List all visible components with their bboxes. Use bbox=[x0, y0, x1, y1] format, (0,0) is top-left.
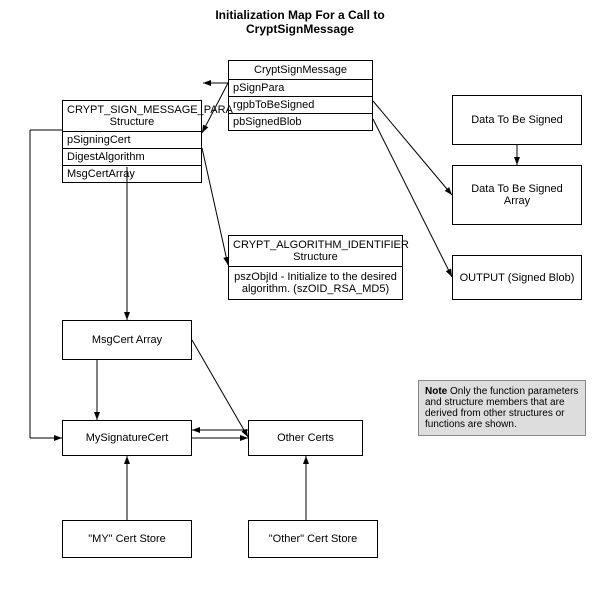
para-row2: DigestAlgorithm bbox=[63, 149, 201, 166]
note-text: Only the function parameters and structu… bbox=[425, 386, 578, 430]
page-title: Initialization Map For a Call to CryptSi… bbox=[150, 8, 450, 36]
algorithm-header: CRYPT_ALGORITHM_IDENTIFIER Structure bbox=[229, 236, 402, 267]
data-to-be-signed-box: Data To Be Signed bbox=[452, 95, 582, 145]
para-row3: MsgCertArray bbox=[63, 166, 201, 182]
para-row1: pSigningCert bbox=[63, 132, 201, 149]
data-to-be-signed-array-label: Data To Be Signed Array bbox=[457, 183, 577, 207]
crypt-sign-message-para-box: CRYPT_SIGN_MESSAGE_PARA Structure pSigni… bbox=[62, 100, 202, 183]
data-to-be-signed-label: Data To Be Signed bbox=[471, 114, 563, 126]
note-box: Note Only the function parameters and st… bbox=[418, 380, 586, 436]
other-certs-box: Other Certs bbox=[248, 420, 363, 456]
msgcert-array-label: MsgCert Array bbox=[92, 334, 162, 346]
crypt-sign-message-row2: rgpbToBeSigned bbox=[229, 97, 372, 114]
my-cert-store-label: "MY" Cert Store bbox=[88, 533, 166, 545]
other-cert-store-label: "Other" Cert Store bbox=[269, 533, 358, 545]
my-signature-cert-label: MySignatureCert bbox=[86, 432, 169, 444]
other-certs-label: Other Certs bbox=[277, 432, 334, 444]
output-box: OUTPUT (Signed Blob) bbox=[452, 255, 582, 300]
output-label: OUTPUT (Signed Blob) bbox=[460, 272, 575, 284]
para-header: CRYPT_SIGN_MESSAGE_PARA Structure bbox=[63, 101, 201, 132]
data-to-be-signed-array-box: Data To Be Signed Array bbox=[452, 165, 582, 225]
other-cert-store-box: "Other" Cert Store bbox=[248, 520, 378, 558]
algorithm-row1: pszObjId - Initialize to the desired alg… bbox=[229, 267, 402, 299]
crypt-sign-message-row3: pbSignedBlob bbox=[229, 114, 372, 130]
my-signature-cert-box: MySignatureCert bbox=[62, 420, 192, 456]
crypt-sign-message-box: CryptSignMessage pSignPara rgpbToBeSigne… bbox=[228, 60, 373, 131]
my-cert-store-box: "MY" Cert Store bbox=[62, 520, 192, 558]
crypt-sign-message-header: CryptSignMessage bbox=[229, 61, 372, 80]
diagram: Initialization Map For a Call to CryptSi… bbox=[0, 0, 603, 592]
msgcert-array-box: MsgCert Array bbox=[62, 320, 192, 360]
note-label: Note bbox=[425, 386, 447, 397]
crypt-algorithm-box: CRYPT_ALGORITHM_IDENTIFIER Structure psz… bbox=[228, 235, 403, 300]
crypt-sign-message-row1: pSignPara bbox=[229, 80, 372, 97]
